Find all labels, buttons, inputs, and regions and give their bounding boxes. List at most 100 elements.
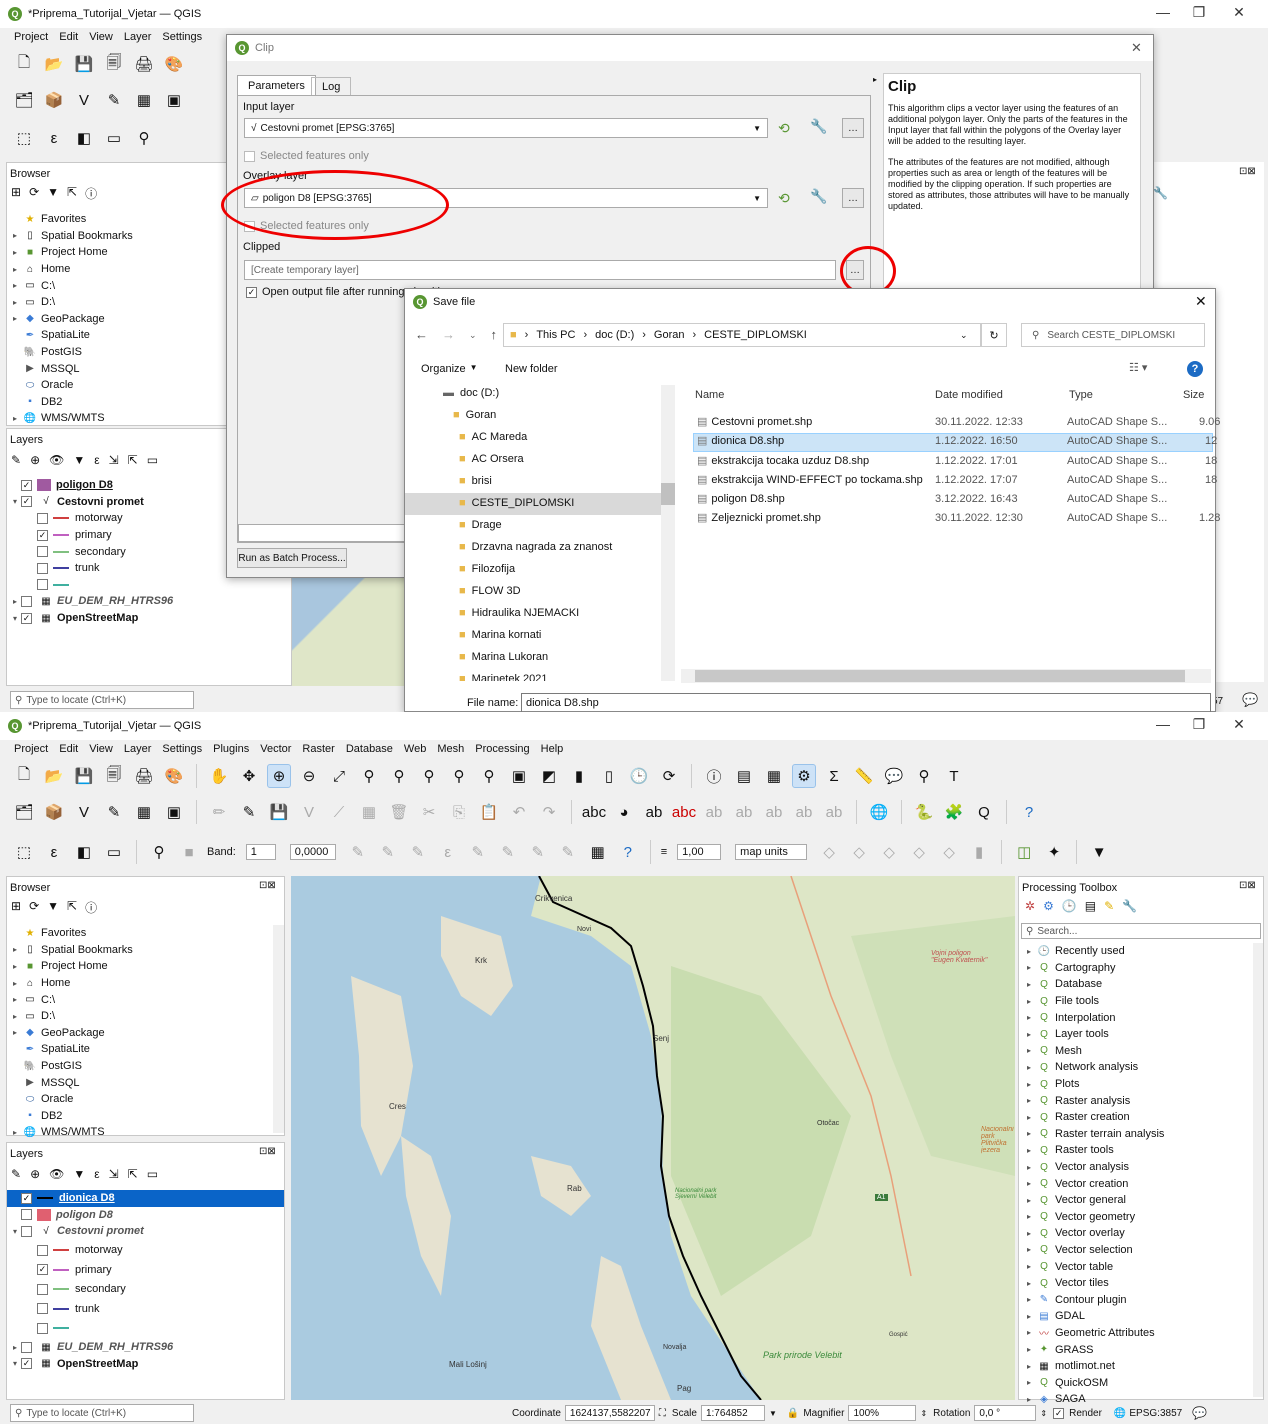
folder-item-selected[interactable]: ■ CESTE_DIPLOMSKI (459, 497, 574, 509)
menu-project[interactable]: Project (14, 743, 48, 755)
style-manager-icon[interactable]: 🎨 (162, 764, 186, 788)
toolbox-item[interactable]: ▸ ▦ motlimot.net (1023, 1358, 1164, 1375)
file-row[interactable]: ▤ ekstrakcija tocaka uzduz D8.shp (697, 454, 869, 468)
digitize-tool-icon[interactable]: ε (436, 840, 460, 864)
category-checkbox[interactable] (37, 1283, 48, 1295)
qgis-icon[interactable]: Q (972, 800, 996, 824)
checkbox[interactable] (244, 150, 255, 162)
edit-pencil-icon[interactable]: ✏ (207, 800, 231, 824)
identify-icon[interactable]: ⓘ (702, 764, 726, 788)
browser-item[interactable]: ▸ ▯ Spatial Bookmarks (9, 228, 133, 245)
browser-item[interactable]: ▸ 🌐 WMS/WMTS (9, 1124, 133, 1141)
map-tips-icon[interactable]: 💬 (882, 764, 906, 788)
visibility-icon[interactable]: 👁 (49, 453, 64, 467)
digitize-icon[interactable]: ✎ (102, 800, 126, 824)
save-edits-icon[interactable]: 💾 (267, 800, 291, 824)
add-group-icon[interactable]: ⊕ (30, 1167, 40, 1181)
pan-icon[interactable]: ✋ (207, 764, 231, 788)
expression-icon[interactable]: ε (94, 1167, 99, 1181)
toolbox-item[interactable]: ▸ Q Vector tiles (1023, 1275, 1164, 1292)
input-layer-combo[interactable]: √ Cestovni promet [EPSG:3765] ▼ (244, 118, 768, 138)
expand-icon[interactable]: ⇲ (109, 453, 119, 467)
units-select[interactable]: map units (735, 844, 808, 860)
toolbox-item[interactable]: ▸ Q Vector overlay (1023, 1225, 1164, 1242)
category-checkbox[interactable] (37, 1244, 48, 1256)
browser-item[interactable]: ▪ DB2 (9, 1108, 133, 1125)
save-as-icon[interactable]: 🗐 (102, 764, 126, 788)
checkbox[interactable]: ✓ (246, 286, 257, 298)
messages-icon[interactable]: 💬 (1242, 692, 1258, 708)
folder-item-drive[interactable]: ▬ doc (D:) (443, 387, 499, 399)
browser-item[interactable]: ▸ ⌂ Home (9, 975, 133, 992)
toolbox-item[interactable]: ▸ Q Vector table (1023, 1258, 1164, 1275)
history-icon[interactable]: 🕒 (1062, 899, 1077, 913)
coordinate-field[interactable]: 1624137,5582207 (564, 1405, 655, 1421)
deselect-icon[interactable]: ◧ (72, 126, 96, 150)
layer-row-poligon-d8[interactable]: poligon D8 (9, 1207, 173, 1224)
path-segment[interactable]: Goran (654, 329, 685, 341)
new-project-icon[interactable]: 🗋 (12, 52, 36, 76)
style-icon[interactable]: ✎ (11, 1167, 21, 1181)
col-name[interactable]: Name (695, 389, 724, 401)
category-row[interactable]: trunk (9, 560, 173, 577)
browser-item[interactable]: ▸ ▭ C:\ (9, 277, 133, 294)
refresh-icon[interactable]: ⟳ (657, 764, 681, 788)
refresh-icon[interactable]: ⟳ (29, 185, 39, 202)
layer-row-cestovni-promet[interactable]: ▾ ✓ √ Cestovni promet (9, 494, 173, 511)
save-project-icon[interactable]: 💾 (72, 764, 96, 788)
rotation-field[interactable]: 0,0 ° (974, 1405, 1037, 1421)
selected-features-1[interactable]: Selected features only (244, 150, 369, 162)
toolbox-item[interactable]: ▸ Q Vector geometry (1023, 1209, 1164, 1226)
value-field[interactable]: 0,0000 (289, 844, 336, 860)
browser-item[interactable]: ▸ ▯ Spatial Bookmarks (9, 942, 133, 959)
remove-icon[interactable]: ▭ (147, 1167, 158, 1181)
close-icon[interactable]: ✕ (1224, 4, 1254, 21)
digitize-tool-icon[interactable]: ✎ (526, 840, 550, 864)
menu-help[interactable]: Help (541, 743, 564, 755)
lock-icon[interactable]: 🔒 (787, 1408, 799, 1419)
open-project-icon[interactable]: 📂 (42, 764, 66, 788)
layer-row-poligon-d8[interactable]: ✓ poligon D8 (9, 477, 173, 494)
folder-item[interactable]: ■ Drzavna nagrada za znanost (459, 541, 612, 553)
toolbox-item[interactable]: ▸ Q Raster analysis (1023, 1092, 1164, 1109)
menu-processing[interactable]: Processing (475, 743, 529, 755)
info-icon[interactable]: ⓘ (85, 185, 97, 202)
new-map-view-icon[interactable]: ▣ (507, 764, 531, 788)
browser-item[interactable]: ✒ SpatiaLite (9, 327, 133, 344)
layer-checkbox[interactable] (21, 595, 32, 607)
expression-icon[interactable]: ε (94, 453, 99, 467)
info-icon[interactable]: ⓘ (85, 899, 97, 916)
menu-view[interactable]: View (89, 743, 113, 755)
add-selected-icon[interactable]: ⊞ (11, 185, 21, 202)
magnifier-field[interactable]: 100% (848, 1405, 917, 1421)
browser-scrollbar[interactable] (273, 925, 284, 1133)
up-icon[interactable]: ↑ (491, 327, 498, 342)
panel-float-icon[interactable]: ⊡⊠ (1239, 166, 1256, 177)
style-manager-icon[interactable]: 🎨 (162, 52, 186, 76)
add-table-icon[interactable]: ▦ (132, 800, 156, 824)
browser-item[interactable]: ▶ MSSQL (9, 1074, 133, 1091)
browser-item[interactable]: ▸ ◆ GeoPackage (9, 1025, 133, 1042)
pin-label-icon[interactable]: ab (702, 800, 726, 824)
modify-attributes-icon[interactable]: ▦ (357, 800, 381, 824)
add-layer-icon[interactable]: 📦 (42, 88, 66, 112)
shape-tool-icon[interactable]: ◇ (907, 840, 931, 864)
scale-dropdown-icon[interactable]: ▼ (769, 1409, 777, 1418)
diagram-icon[interactable]: ◕ (612, 800, 636, 824)
forward-icon[interactable]: → (442, 327, 455, 342)
layer-checkbox[interactable]: ✓ (21, 496, 32, 508)
raster-swatch-icon[interactable]: ■ (177, 840, 201, 864)
new-project-icon[interactable]: 🗋 (12, 764, 36, 788)
toolbox-item[interactable]: ▸ Q QuickOSM (1023, 1374, 1164, 1391)
locator-search[interactable]: ⚲ Type to locate (Ctrl+K) (10, 1404, 194, 1422)
menu-vector[interactable]: Vector (260, 743, 291, 755)
virtual-layer-icon[interactable]: ▣ (162, 88, 186, 112)
map-canvas[interactable]: Crikvenica Novi Krk Senj Cres Rab Mali L… (291, 876, 1015, 1400)
paste-icon[interactable]: 📋 (477, 800, 501, 824)
change-label-icon[interactable]: ab (822, 800, 846, 824)
digitize-tool-icon[interactable]: ✎ (466, 840, 490, 864)
crs-globe-icon[interactable]: 🌐 (1114, 1408, 1126, 1419)
toolbox-item[interactable]: ▸ ▤ GDAL (1023, 1308, 1164, 1325)
options-icon[interactable]: 🔧 (1122, 899, 1137, 913)
locator-icon[interactable]: ⚲ (912, 764, 936, 788)
